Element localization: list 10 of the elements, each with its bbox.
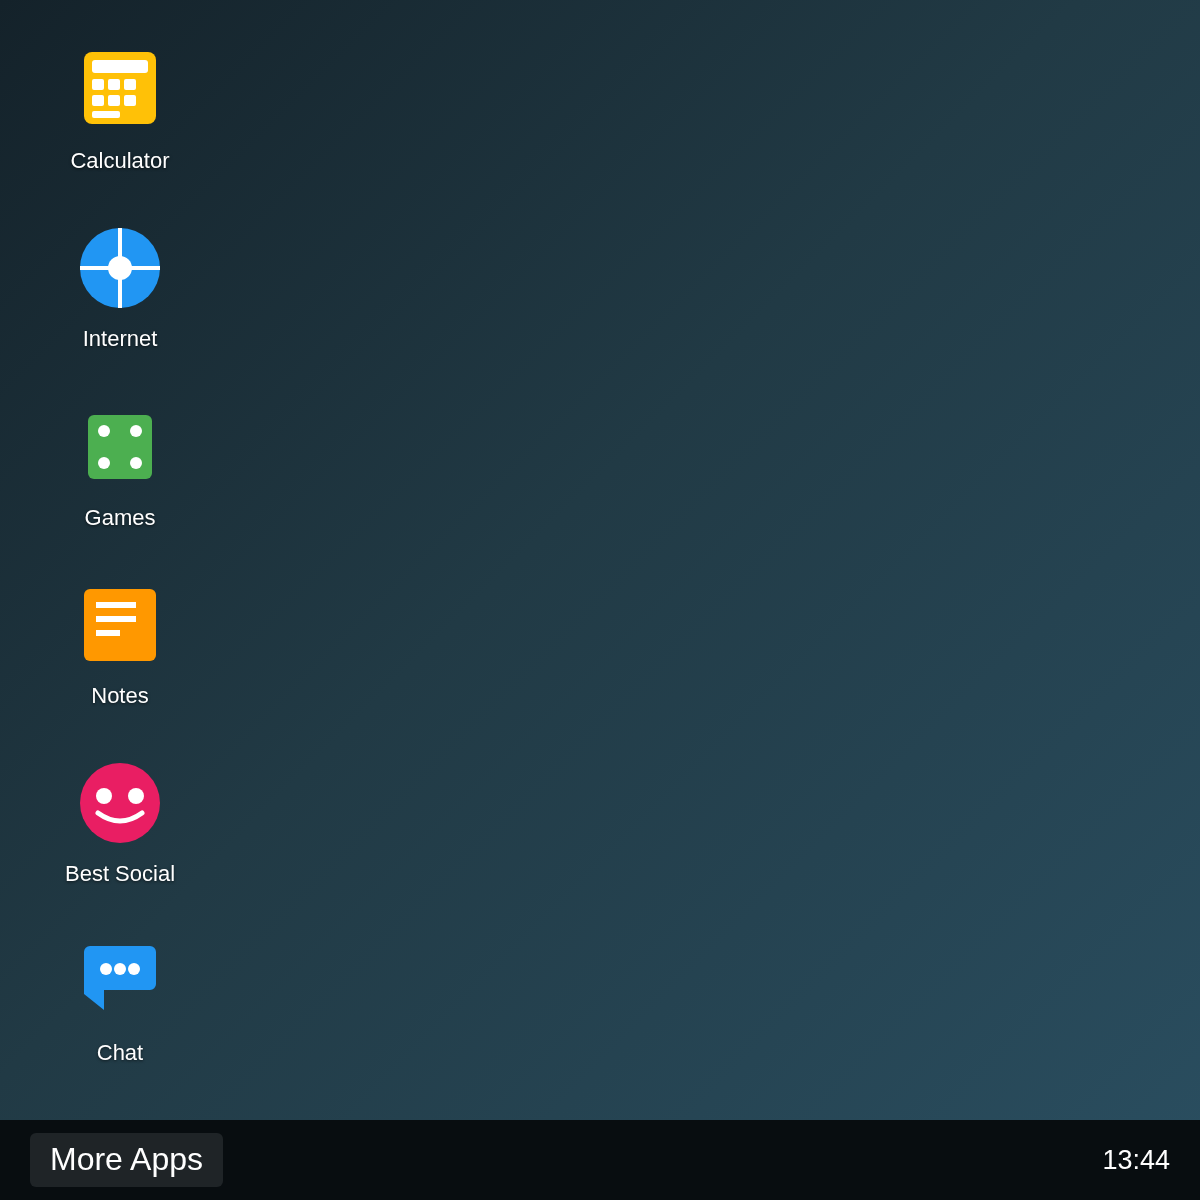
app-shortcut[interactable]: Chat: [40, 941, 200, 1120]
smiley-icon: [80, 763, 160, 844]
clock: 13:44: [1102, 1143, 1170, 1177]
more-apps-button[interactable]: More Apps: [30, 1133, 223, 1187]
app-shortcut[interactable]: Internet: [40, 228, 200, 407]
crosshair-icon: [80, 228, 160, 309]
app-shortcut[interactable]: Notes: [40, 585, 200, 764]
app-shortcut[interactable]: Calculator: [40, 50, 200, 229]
app-shortcut[interactable]: Best Social: [40, 763, 200, 942]
app-shortcut[interactable]: Games: [40, 406, 200, 585]
